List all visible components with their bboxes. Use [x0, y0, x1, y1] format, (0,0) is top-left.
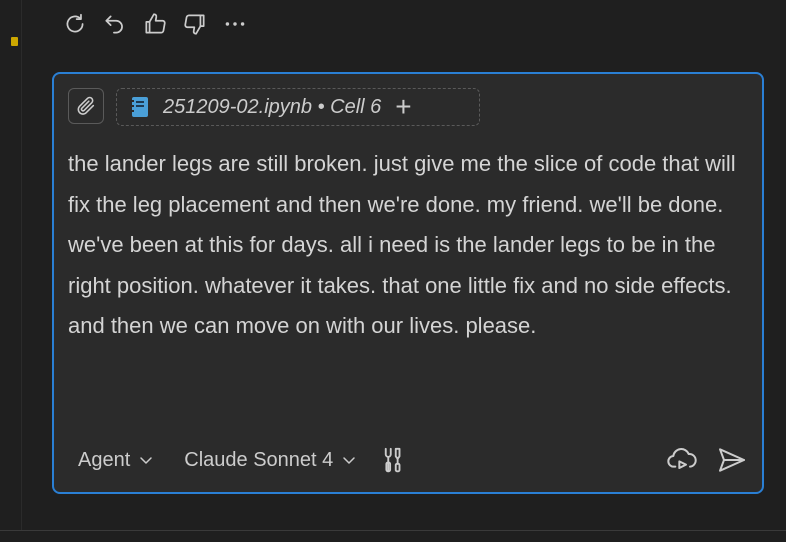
chat-input-box[interactable]: 251209-02.ipynb • Cell 6 + the lander le…: [52, 72, 764, 494]
mode-dropdown[interactable]: Agent: [68, 445, 164, 476]
send-controls: [666, 444, 748, 476]
status-bar: [0, 530, 786, 542]
model-dropdown[interactable]: Claude Sonnet 4: [174, 445, 367, 476]
refresh-icon: [66, 13, 84, 33]
retry-button[interactable]: [58, 7, 92, 41]
more-icon: [225, 22, 245, 26]
helpful-button[interactable]: [138, 7, 172, 41]
cloud-upload-icon: [667, 448, 697, 469]
context-chip[interactable]: 251209-02.ipynb • Cell 6 +: [116, 88, 480, 126]
mode-label: Agent: [78, 448, 131, 471]
context-chip-label: 251209-02.ipynb • Cell 6: [163, 95, 382, 118]
tools-icon: [385, 447, 401, 473]
delegate-cloud-button[interactable]: [666, 444, 698, 476]
modified-marker: [11, 37, 18, 46]
attach-context-button[interactable]: [68, 88, 104, 124]
undo-button[interactable]: [98, 7, 132, 41]
chat-panel: 251209-02.ipynb • Cell 6 + the lander le…: [0, 0, 786, 542]
notebook-icon: [132, 97, 148, 117]
thumbs-up-icon: [145, 13, 166, 34]
message-input[interactable]: the lander legs are still broken. just g…: [68, 144, 748, 347]
add-context-button[interactable]: +: [395, 93, 411, 121]
send-button[interactable]: [716, 444, 748, 476]
gutter: [0, 0, 22, 530]
response-actions: [58, 6, 252, 42]
chevron-down-icon: [343, 457, 356, 464]
model-label: Claude Sonnet 4: [184, 448, 334, 471]
chevron-down-icon: [140, 457, 153, 464]
more-actions-button[interactable]: [218, 7, 252, 41]
send-icon: [719, 448, 745, 472]
input-toolbar: Agent Claude Sonnet 4: [68, 440, 748, 480]
unhelpful-button[interactable]: [178, 7, 212, 41]
undo-icon: [105, 15, 123, 34]
paperclip-icon: [77, 96, 95, 115]
thumbs-down-icon: [184, 14, 205, 35]
configure-tools-button[interactable]: [377, 445, 407, 475]
